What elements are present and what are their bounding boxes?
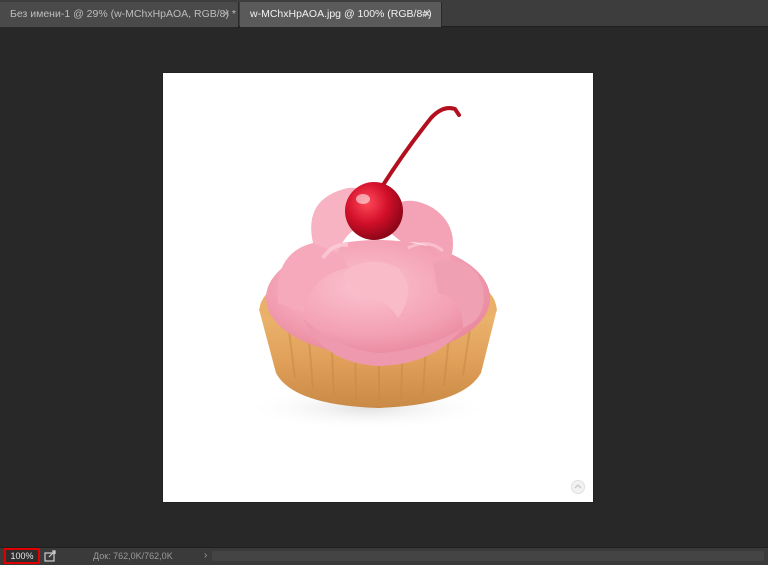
zoom-level-field[interactable]: 100% [4, 548, 40, 564]
document-tab-bar: Без имени-1 @ 29% (w-MChxHpAOA, RGB/8) *… [0, 0, 768, 27]
tab-label: Без имени-1 @ 29% (w-MChxHpAOA, RGB/8) * [10, 8, 237, 20]
tab-label: w-MChxHpAOA.jpg @ 100% (RGB/8#) [250, 8, 432, 20]
watermark-icon [571, 480, 585, 494]
horizontal-scrollbar[interactable] [212, 551, 764, 561]
tab-untitled-1[interactable]: Без имени-1 @ 29% (w-MChxHpAOA, RGB/8) *… [0, 2, 239, 27]
cupcake-image [243, 106, 497, 430]
tab-cupcake-jpg[interactable]: w-MChxHpAOA.jpg @ 100% (RGB/8#) ✕ [240, 2, 442, 27]
cherry [345, 182, 403, 240]
close-icon[interactable]: ✕ [421, 2, 433, 27]
photoshop-window: Без имени-1 @ 29% (w-MChxHpAOA, RGB/8) *… [0, 0, 768, 565]
document-size-info[interactable]: Док: 762,0K/762,0K [93, 548, 173, 564]
canvas-workspace[interactable] [0, 28, 768, 547]
export-icon[interactable] [44, 550, 56, 562]
cherry-stem [376, 106, 461, 195]
status-menu-arrow-icon[interactable]: › [204, 548, 207, 564]
document-canvas[interactable] [163, 73, 593, 502]
close-icon[interactable]: ✕ [220, 2, 232, 27]
status-bar: 100% Док: 762,0K/762,0K › [0, 547, 768, 565]
